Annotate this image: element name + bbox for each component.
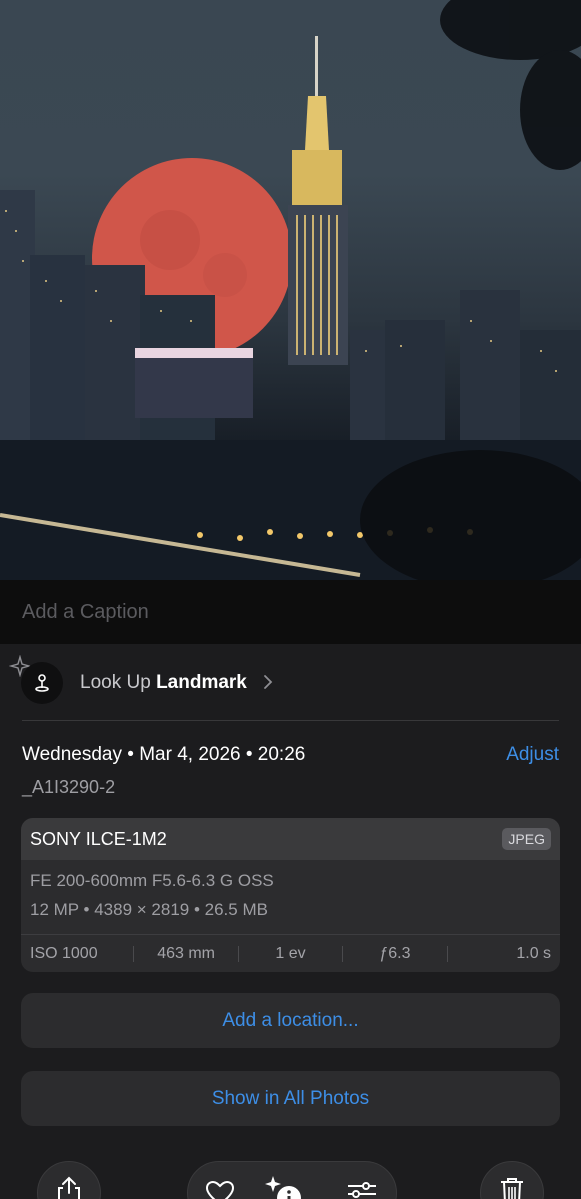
add-location-button[interactable]: Add a location... <box>21 993 560 1048</box>
toolbar-pill <box>187 1161 397 1199</box>
date-time: Wednesday • Mar 4, 2026 • 20:26 <box>22 744 306 765</box>
heart-icon[interactable] <box>205 1180 235 1199</box>
info-panel: Look Up Landmark Wednesday • Mar 4, 2026… <box>0 644 581 1199</box>
adjust-button[interactable]: Adjust <box>506 744 559 766</box>
show-in-all-photos-button[interactable]: Show in All Photos <box>21 1071 560 1126</box>
image-specs: 12 MP • 4389 × 2819 • 26.5 MB <box>30 900 268 919</box>
format-badge: JPEG <box>502 828 551 850</box>
exif-row: ISO 1000 463 mm 1 ev ƒ6.3 1.0 s <box>21 935 560 972</box>
camera-model: SONY ILCE-1M2 <box>30 828 167 849</box>
moonrise-photo <box>0 0 581 580</box>
aperture-value: ƒ6.3 <box>379 944 411 962</box>
chevron-right-icon <box>264 675 273 689</box>
trash-icon <box>501 1178 523 1199</box>
look-up-landmark-row[interactable]: Look Up Landmark <box>0 644 581 721</box>
look-up-label: Look Up Landmark <box>80 672 247 693</box>
caption-field[interactable]: Add a Caption <box>0 580 581 644</box>
share-icon <box>58 1176 80 1199</box>
shutter-speed: 1.0 s <box>516 944 552 962</box>
file-name: _A1I3290-2 <box>22 777 116 797</box>
exposure-value: 1 ev <box>275 944 306 962</box>
landmark-icon <box>21 662 63 704</box>
photo[interactable] <box>0 0 581 580</box>
iso-value: ISO 1000 <box>30 944 98 962</box>
camera-info-card: SONY ILCE-1M2 JPEG FE 200-600mm F5.6-6.3… <box>21 818 560 972</box>
focal-length: 463 mm <box>157 944 215 962</box>
adjust-icon[interactable] <box>346 1180 378 1199</box>
caption-placeholder: Add a Caption <box>22 600 149 623</box>
info-sparkle-icon[interactable] <box>265 1174 305 1199</box>
divider <box>22 720 559 721</box>
lens-info: FE 200-600mm F5.6-6.3 G OSS <box>30 871 274 890</box>
